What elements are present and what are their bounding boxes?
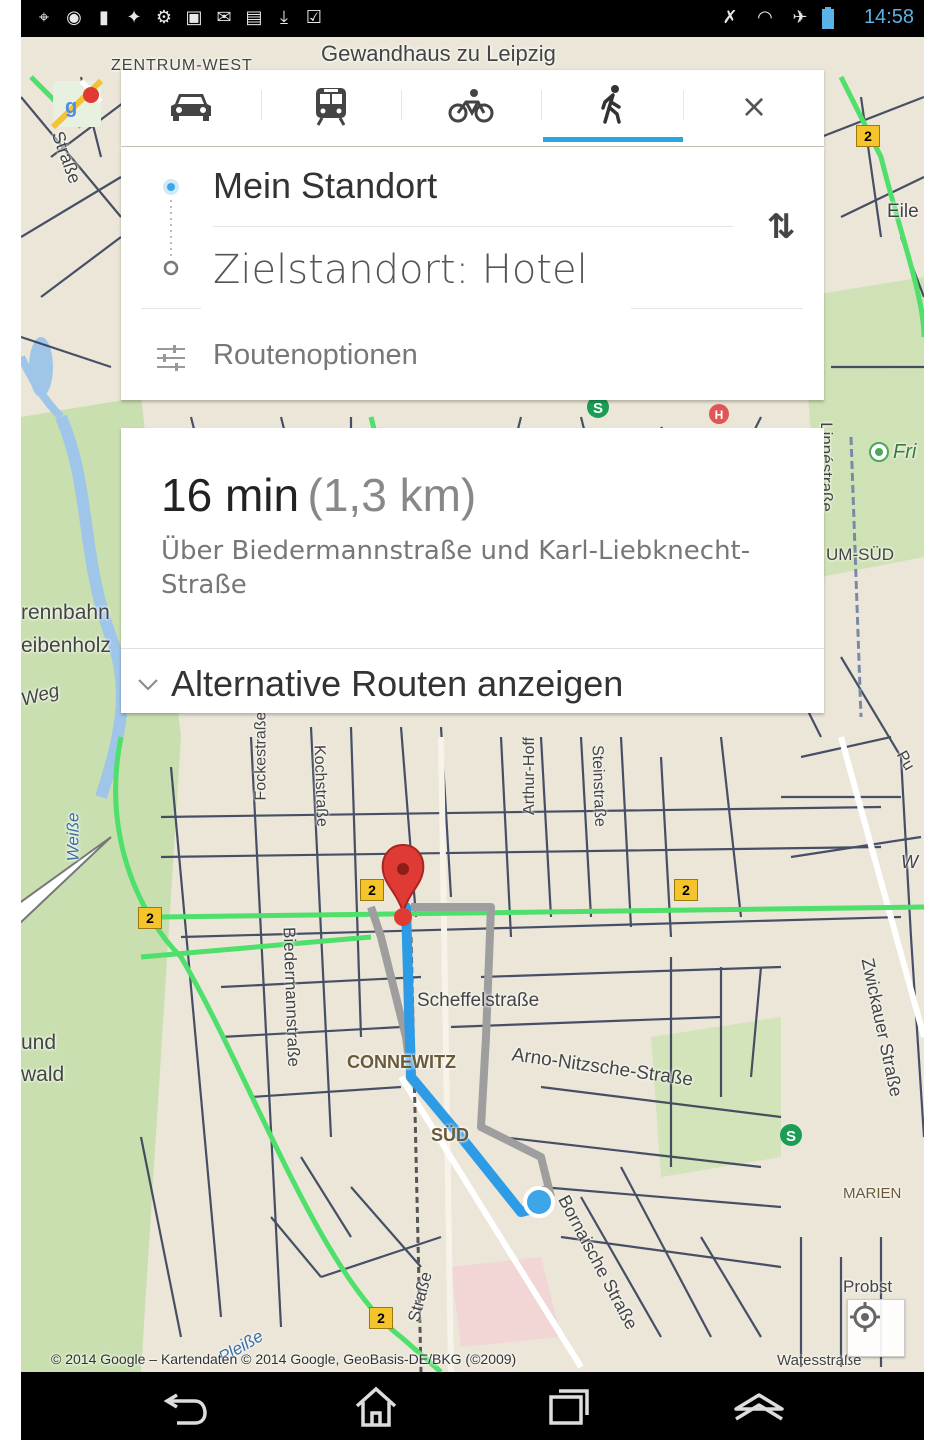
map-label-connewitz: CONNEWITZ [347,1052,456,1072]
train-icon [316,88,346,126]
route-time-line: 16 min (1,3 km) [161,468,476,522]
car-icon [171,94,211,121]
svg-text:S: S [593,400,603,417]
image-icon: ▣ [185,7,203,28]
map-copyright: © 2014 Google – Kartendaten © 2014 Googl… [51,1351,517,1367]
road-badge: 2 [360,879,384,901]
menu-icon [734,1393,784,1421]
road-badge: 2 [138,907,162,929]
map-label-sud: SÜD [431,1125,470,1145]
chevron-down-icon [138,679,158,691]
map-label-scheffelstrasse: Scheffelstraße [417,990,540,1011]
map-label-steinstrasse: Steinstraße [588,744,609,828]
maps-app-icon: g [50,78,104,130]
menu-button[interactable] [729,1382,789,1432]
bicycle-icon [448,89,494,123]
map-label-kochstrasse: Kochstraße [310,744,331,828]
map-label-und: und [21,1031,57,1054]
svg-text:H: H [715,408,724,422]
my-location-icon [850,1302,880,1332]
current-location-dot [523,1186,555,1218]
navigation-bar [21,1372,924,1440]
back-button[interactable] [156,1382,216,1432]
destination-divider [631,308,803,309]
alternative-routes-button[interactable]: Alternative Routen anzeigen [121,649,824,713]
map-label-marien: MARIEN [843,1185,902,1202]
svg-text:g: g [65,96,77,118]
my-location-button[interactable] [847,1299,905,1357]
map-label-eibenholz: eibenholz [21,634,111,657]
map-label-rennbahn: rennbahn [21,601,110,624]
tab-walking[interactable] [543,70,683,142]
svg-text:S: S [786,1128,796,1145]
gmail-icon: ✉ [216,7,232,28]
destination-divider [141,308,201,309]
origin-field[interactable]: Mein Standort [213,165,437,207]
route-options-label: Routenoptionen [213,339,418,371]
gps-icon: ⌖ [38,7,50,28]
headset-icon: ◉ [66,7,82,28]
route-connector-icon [163,179,179,276]
mute-icon: ✗ [722,7,738,28]
alternative-routes-label: Alternative Routen anzeigen [171,663,624,704]
sliders-icon [157,345,185,371]
road-badge: 2 [369,1307,393,1329]
tab-bicycle[interactable] [401,70,541,142]
airplane-mode-icon: ✈ [792,7,808,28]
map-label-um-sud: UM-SÜD [826,545,894,564]
map-label-gewandhaus: Gewandhaus zu Leipzig [321,41,556,66]
home-icon [355,1386,397,1427]
road-badge: 2 [856,125,880,147]
recent-apps-icon [549,1389,589,1425]
map-label-w: W [901,852,918,872]
transport-mode-bar: × [121,70,824,146]
map-label-fockestrasse: Fockestraße [252,711,270,801]
device-screen: ⌖ ◉ ▮ ✦ ⚙ ▣ ✉ ▤ ⤓ ☑ ✗ ◠ ✈ 14:58 S S H g … [21,0,924,1440]
walking-icon [601,84,621,124]
map-label-wald: wald [21,1063,65,1086]
wifi-icon: ◠ [757,7,773,28]
map-label-probst: Probst [843,1277,893,1296]
map-label-arthur-hoff: Arthur-Hoff [520,737,538,815]
keyboard-icon: ▤ [245,7,263,28]
directions-card: Mein Standort Zielstandort: Hotel ⇅ Rout… [121,147,824,400]
origin-divider [213,226,733,227]
clipboard-icon: ☑ [305,7,323,28]
map-label-weisse: Weiße [63,812,83,862]
map-label-fri: Fri [893,441,917,463]
route-via: Über Biedermannstraße und Karl-Liebknech… [161,536,751,600]
tab-car[interactable] [121,70,261,142]
route-duration: 16 min [161,469,300,521]
battery-icon [821,7,835,29]
tab-transit[interactable] [261,70,401,142]
swap-button[interactable]: ⇅ [751,202,811,252]
sd-card-icon: ▮ [99,7,109,28]
map-label-eile: Eile [887,201,919,222]
swap-icon: ⇅ [766,207,796,247]
download-icon: ⤓ [280,7,288,28]
close-button[interactable]: × [684,70,824,142]
route-options-button[interactable]: Routenoptionen [141,327,804,387]
recent-apps-button[interactable] [539,1382,599,1432]
home-button[interactable] [346,1382,406,1432]
settings-icon: ⚙ [155,7,173,28]
status-bar: ⌖ ◉ ▮ ✦ ⚙ ▣ ✉ ▤ ⤓ ☑ ✗ ◠ ✈ 14:58 [21,0,924,37]
route-distance: (1,3 km) [307,469,477,521]
status-time: 14:58 [863,6,914,28]
route-summary-card[interactable]: 16 min (1,3 km) Über Biedermannstraße un… [121,428,824,713]
back-icon [163,1393,207,1425]
android-icon: ✦ [126,7,142,28]
destination-field[interactable]: Zielstandort: Hotel [213,247,588,293]
road-badge: 2 [674,879,698,901]
close-icon: × [740,87,768,125]
